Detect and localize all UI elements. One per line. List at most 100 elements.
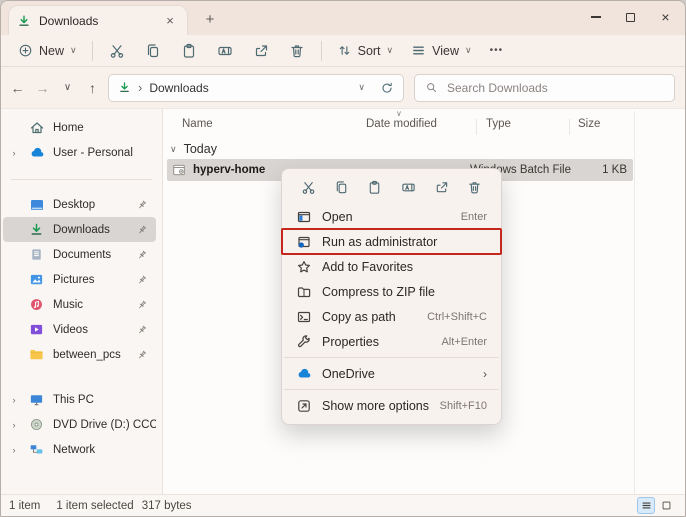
expand-chevron-icon[interactable]: › (7, 148, 21, 158)
menu-item-show-more-options[interactable]: Show more options Shift+F10 (282, 393, 501, 418)
minimize-button[interactable] (578, 1, 613, 33)
downloads-icon (17, 14, 31, 28)
copy-as-path-icon (296, 309, 312, 325)
scrollbar-track-line (634, 111, 635, 494)
column-separator (569, 119, 570, 135)
share-button[interactable] (243, 38, 279, 64)
pin-icon (136, 324, 148, 336)
back-button[interactable]: ← (5, 75, 30, 101)
sidebar-item-label: Music (53, 299, 83, 311)
menu-item-add-to-favorites[interactable]: Add to Favorites (282, 254, 501, 279)
breadcrumb-location[interactable]: Downloads (149, 81, 208, 95)
cut-button[interactable] (295, 174, 321, 200)
new-button-label: New (39, 44, 64, 58)
sidebar-item-this-pc[interactable]: › This PC (3, 387, 156, 412)
address-dropdown-icon[interactable]: ∨ (358, 83, 365, 92)
delete-button[interactable] (462, 174, 488, 200)
share-button[interactable] (429, 174, 455, 200)
menu-item-onedrive[interactable]: OneDrive › (282, 361, 501, 386)
recent-locations-button[interactable]: ∨ (55, 75, 80, 101)
refresh-icon (380, 81, 394, 95)
selection-size: 317 bytes (142, 500, 192, 512)
expand-chevron-icon[interactable]: › (7, 420, 21, 430)
address-breadcrumb[interactable]: › Downloads ∨ (108, 74, 404, 102)
forward-button[interactable]: → (30, 75, 55, 101)
file-explorer-window: Downloads × + × New ∨ (0, 0, 686, 517)
sidebar-item-desktop[interactable]: Desktop (3, 192, 156, 217)
menu-item-label: OneDrive (322, 367, 473, 381)
rename-button[interactable] (395, 174, 421, 200)
more-options-button[interactable]: ••• (481, 38, 513, 64)
column-separator (476, 119, 477, 135)
column-type[interactable]: Type (486, 118, 511, 130)
sidebar-item-label: Home (53, 122, 84, 134)
sidebar-item-onedrive[interactable]: › User - Personal (3, 140, 156, 165)
sidebar-item-label: between_pcs (53, 349, 121, 361)
sidebar-item-label: Documents (53, 249, 111, 261)
selection-count: 1 item selected (56, 500, 133, 512)
sidebar-item-videos[interactable]: Videos (3, 317, 156, 342)
share-icon (434, 180, 449, 195)
view-button[interactable]: View ∨ (402, 38, 480, 64)
large-icons-view-toggle[interactable] (657, 497, 675, 514)
cut-button[interactable] (99, 38, 135, 64)
collapse-chevron-icon: ∨ (170, 144, 177, 155)
sidebar-item-music[interactable]: Music (3, 292, 156, 317)
search-box[interactable] (414, 74, 675, 102)
menu-item-shortcut: Alt+Enter (441, 336, 487, 348)
sidebar-item-between-pcs[interactable]: between_pcs (3, 342, 156, 367)
sidebar-item-label: This PC (53, 394, 94, 406)
tab-downloads[interactable]: Downloads × (9, 6, 187, 35)
large-icons-view-icon (661, 500, 672, 511)
onedrive-icon (29, 145, 45, 161)
sidebar-item-home[interactable]: Home (3, 115, 156, 140)
sidebar-item-documents[interactable]: Documents (3, 242, 156, 267)
sidebar-item-label: User - Personal (53, 147, 133, 159)
expand-chevron-icon[interactable]: › (7, 445, 21, 455)
paste-button[interactable] (362, 174, 388, 200)
pin-icon (136, 249, 148, 261)
pin-icon (136, 199, 148, 211)
column-name[interactable]: Name (182, 118, 213, 130)
minimize-icon (591, 16, 601, 17)
new-tab-button[interactable]: + (200, 9, 220, 29)
group-header-today[interactable]: ∨ Today (170, 142, 217, 156)
sidebar-item-downloads[interactable]: Downloads (3, 217, 156, 242)
expand-chevron-icon[interactable]: › (7, 395, 21, 405)
sidebar-item-pictures[interactable]: Pictures (3, 267, 156, 292)
column-date-modified[interactable]: Date modified (366, 118, 437, 130)
menu-item-properties[interactable]: Properties Alt+Enter (282, 329, 501, 354)
up-button[interactable]: ↑ (80, 75, 105, 101)
group-label: Today (184, 142, 217, 156)
sidebar-item-network[interactable]: › Network (3, 437, 156, 462)
this-pc-icon (29, 392, 45, 408)
maximize-button[interactable] (613, 1, 648, 33)
menu-item-compress-to-zip[interactable]: Compress to ZIP file (282, 279, 501, 304)
copy-button[interactable] (135, 38, 171, 64)
tab-title: Downloads (39, 14, 153, 28)
search-input[interactable] (447, 81, 664, 95)
details-view-toggle[interactable] (637, 497, 655, 514)
menu-item-run-as-administrator[interactable]: Run as administrator (282, 229, 501, 254)
menu-item-label: Open (322, 210, 451, 224)
sort-button[interactable]: Sort ∨ (328, 38, 403, 64)
close-button[interactable]: × (648, 1, 683, 33)
paste-button[interactable] (171, 38, 207, 64)
copy-button[interactable] (328, 174, 354, 200)
address-bar-row: ← → ∨ ↑ › Downloads ∨ (1, 67, 685, 109)
new-button[interactable]: New ∨ (9, 38, 86, 64)
menu-item-open[interactable]: Open Enter (282, 204, 501, 229)
file-name: hyperv-home (193, 164, 265, 176)
delete-button[interactable] (279, 38, 315, 64)
column-size[interactable]: Size (578, 118, 600, 130)
context-menu: Open Enter Run as administrator Add to F… (281, 168, 502, 425)
desktop-icon (29, 197, 45, 213)
refresh-button[interactable] (380, 81, 394, 95)
sidebar-item-dvd-drive[interactable]: › DVD Drive (D:) CCCOMA_X6 (3, 412, 156, 437)
run-as-administrator-icon (296, 234, 312, 250)
tab-close-icon[interactable]: × (161, 12, 179, 30)
rename-button[interactable] (207, 38, 243, 64)
menu-item-copy-as-path[interactable]: Copy as path Ctrl+Shift+C (282, 304, 501, 329)
network-icon (29, 442, 45, 458)
copy-icon (334, 180, 349, 195)
